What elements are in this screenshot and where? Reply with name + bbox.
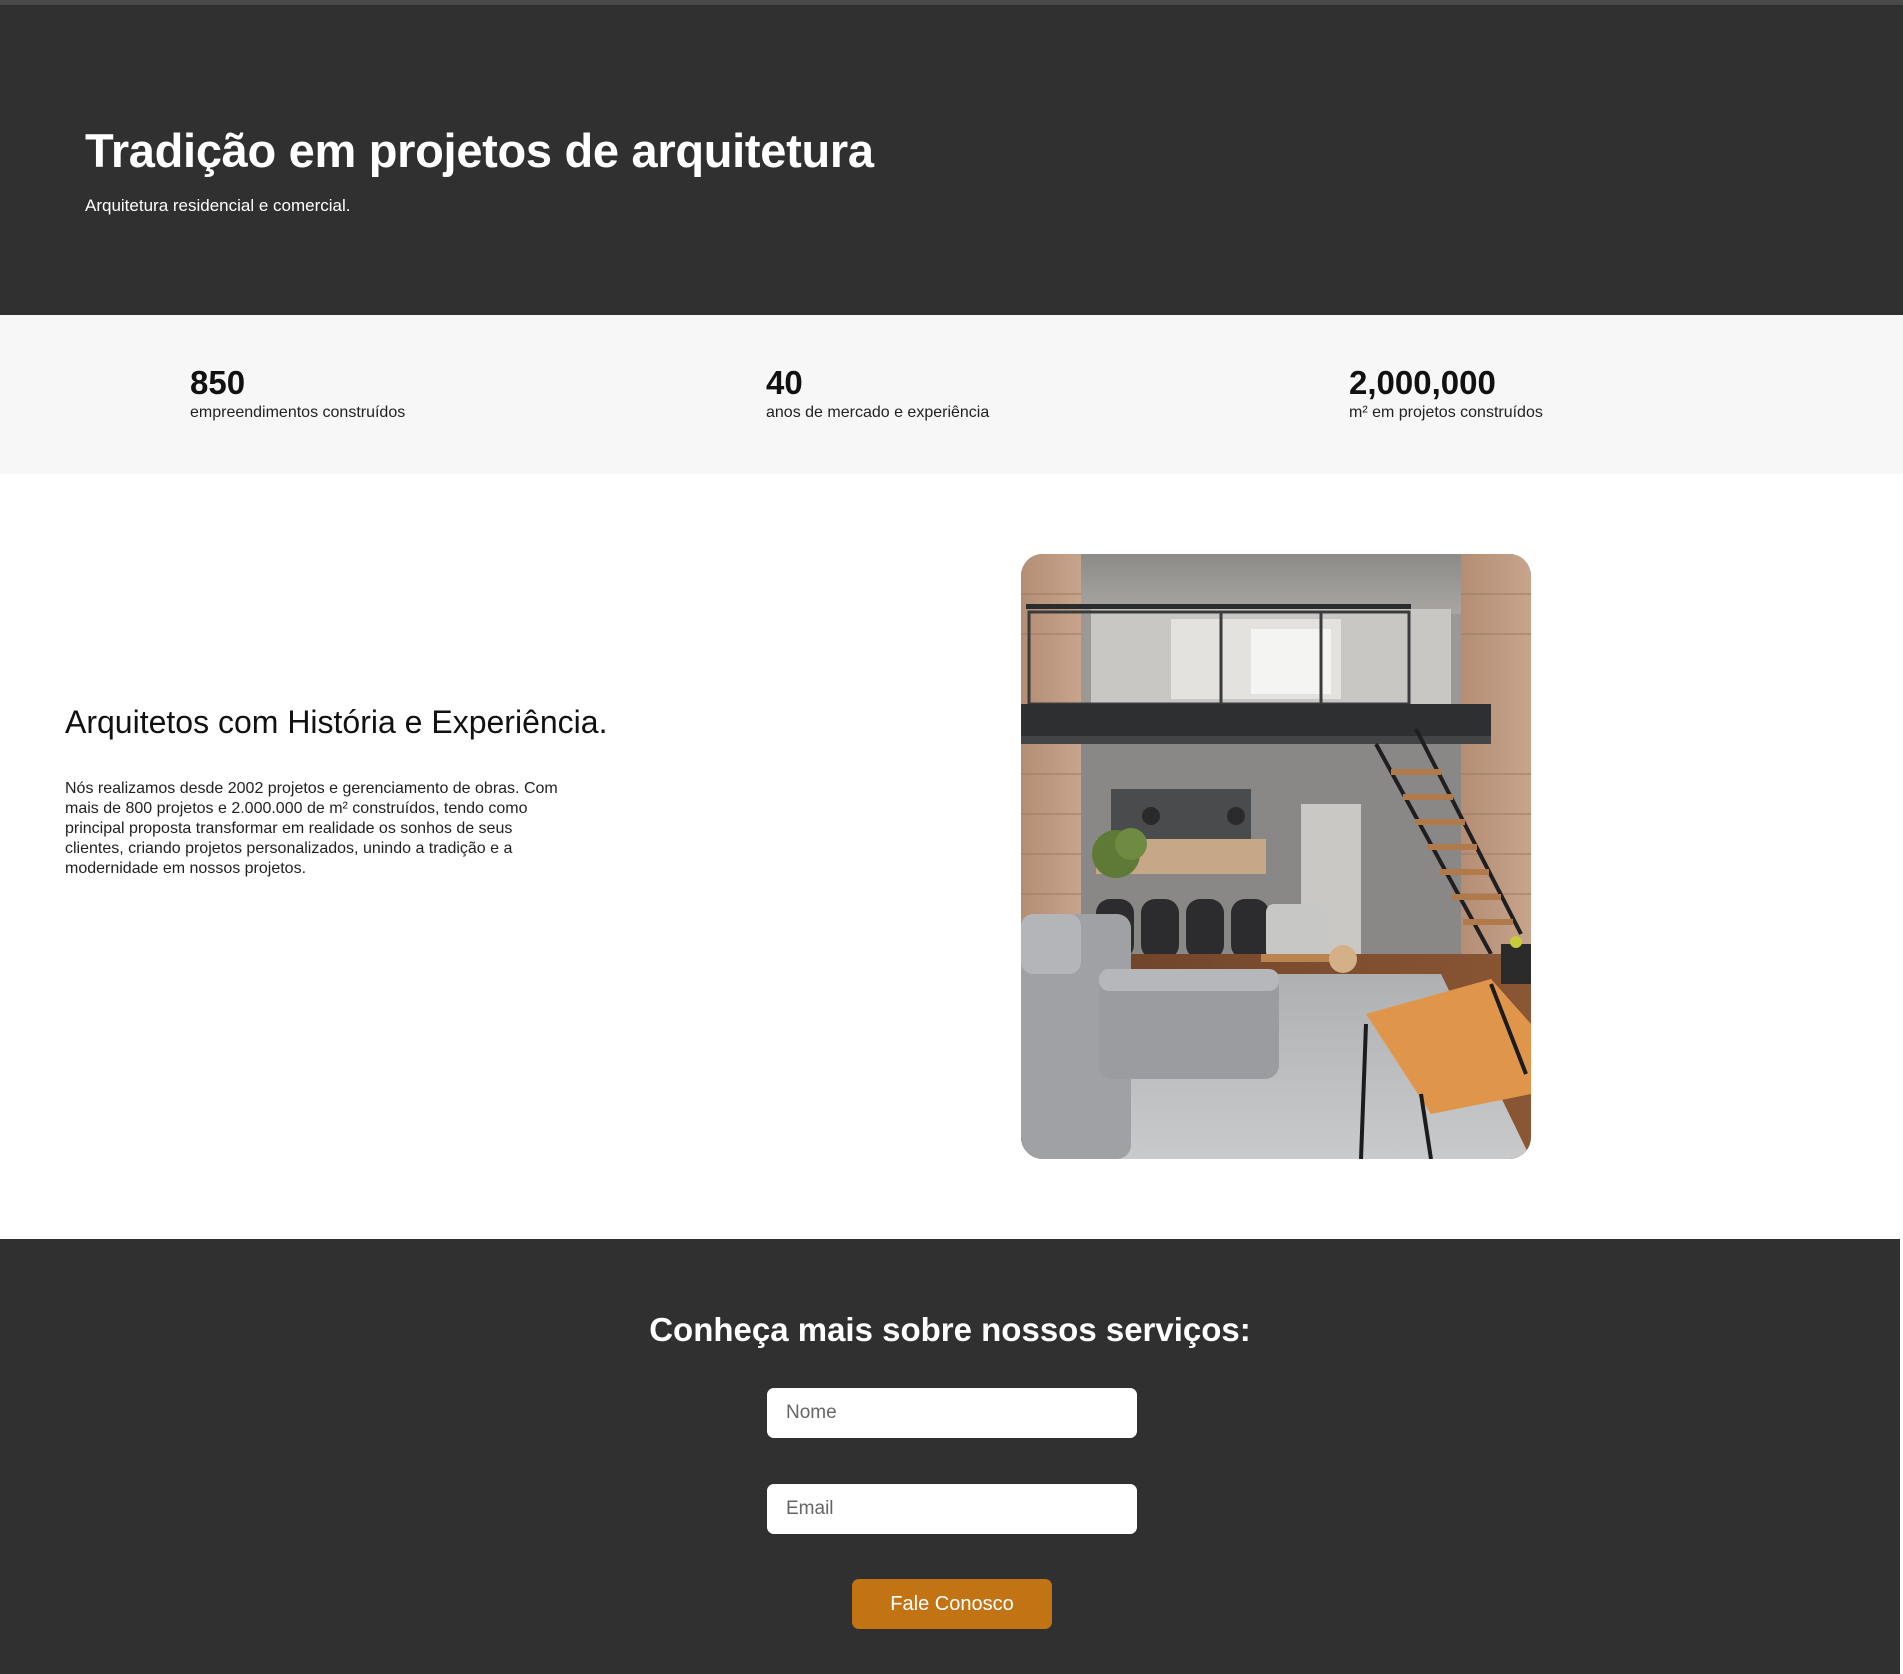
about-section: Arquitetos com História e Experiência. N… (0, 474, 1903, 1239)
about-heading: Arquitetos com História e Experiência. (65, 704, 608, 740)
stat-label: m² em projetos construídos (1349, 404, 1543, 421)
stat-value: 2,000,000 (1349, 364, 1496, 401)
stat-value: 40 (766, 364, 803, 401)
stats-section: 850 empreendimentos construídos 40 anos … (0, 315, 1903, 474)
stat-projects: 850 empreendimentos construídos (190, 363, 405, 423)
hero-subtitle: Arquitetura residencial e comercial. (85, 196, 351, 215)
hero-title: Tradição em projetos de arquitetura (85, 124, 874, 177)
name-input[interactable] (767, 1388, 1137, 1438)
loft-interior-photo (1021, 554, 1531, 1159)
about-text: Nós realizamos desde 2002 projetos e ger… (65, 780, 558, 877)
stat-value: 850 (190, 364, 246, 401)
stat-years: 40 anos de mercado e experiência (766, 363, 989, 423)
contact-submit-button[interactable]: Fale Conosco (852, 1579, 1052, 1629)
email-input[interactable] (767, 1484, 1137, 1534)
stat-label: empreendimentos construídos (190, 404, 406, 421)
stat-label: anos de mercado e experiência (766, 404, 990, 421)
stat-area: 2,000,000 m² em projetos construídos (1349, 363, 1543, 423)
contact-heading: Conheça mais sobre nossos serviços: (649, 1311, 1251, 1348)
hero-section: Tradição em projetos de arquitetura Arqu… (0, 5, 1903, 315)
contact-section: Conheça mais sobre nossos serviços: Fale… (0, 1239, 1900, 1674)
